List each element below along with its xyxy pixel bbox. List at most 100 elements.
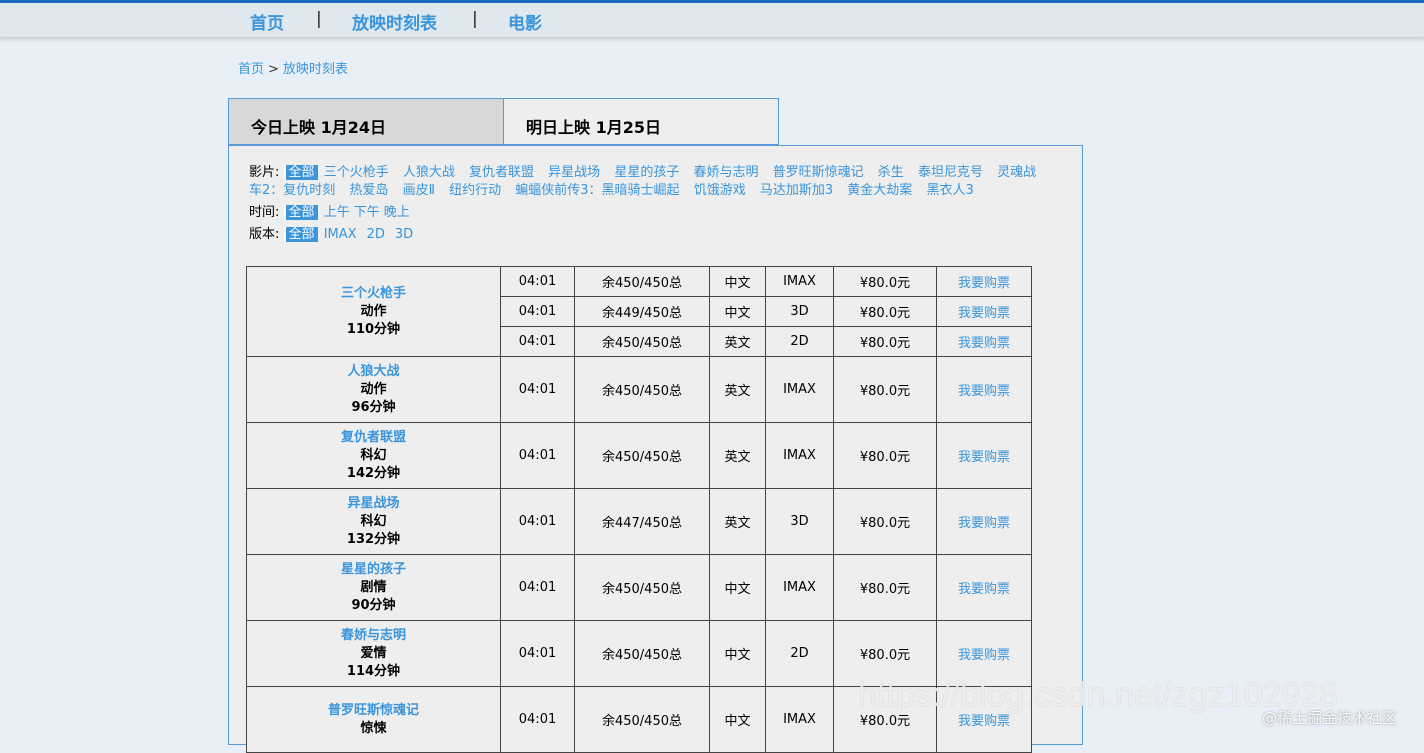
showtime-cell: 04:01 [500,296,575,327]
movie-name-link[interactable]: 三个火枪手 [341,286,406,301]
buy-cell: 我要购票 [936,296,1032,327]
version-filter-option[interactable]: IMAX [324,227,357,242]
buy-ticket-link[interactable]: 我要购票 [958,648,1010,663]
movie-cell: 春娇与志明 爱情 114分钟 [246,620,501,687]
version-cell: IMAX [765,554,834,621]
movie-filter-option[interactable]: 复仇者联盟 [469,165,534,180]
nav-separator: | [316,9,322,29]
movie-cell: 复仇者联盟 科幻 142分钟 [246,422,501,489]
language-cell: 中文 [709,554,766,621]
movie-filter-option[interactable]: 黑衣人3 [926,183,973,198]
movie-duration: 132分钟 [346,531,401,547]
nav-separator: | [472,9,478,29]
schedule-panel: 影片: 全部 三个火枪手 人狼大战 复仇者联盟 异星战场 星星的孩子 春娇与志明… [228,145,1083,753]
showtime-cell: 04:01 [500,326,575,357]
buy-ticket-link[interactable]: 我要购票 [958,384,1010,399]
time-filter-row: 时间: 全部 上午 下午 晚上 [249,204,1039,222]
movie-filter-option[interactable]: 星星的孩子 [614,165,679,180]
price-cell: ¥80.0元 [833,554,937,621]
version-cell: 3D [765,488,834,555]
movie-name-link[interactable]: 春娇与志明 [341,628,406,643]
movie-filter-label: 影片: [249,165,280,180]
seats-cell: 余450/450总 [574,326,710,357]
buy-cell: 我要购票 [936,266,1032,297]
nav-item-schedule[interactable]: 放映时刻表 [352,9,437,34]
table-row: 人狼大战 动作 96分钟 04:01 余450/450总 英文 IMAX ¥80.0元 我要购票 [246,356,1032,423]
buy-ticket-link[interactable]: 我要购票 [958,276,1010,291]
buy-ticket-link[interactable]: 我要购票 [958,336,1010,351]
movie-filter-option[interactable]: 黄金大劫案 [847,183,912,198]
movie-filter-all[interactable]: 全部 [283,165,318,180]
movie-filter-option[interactable]: 普罗旺斯惊魂记 [773,165,864,180]
movie-name-link[interactable]: 普罗旺斯惊魂记 [328,703,419,718]
version-filter-option[interactable]: 3D [395,227,413,242]
showtime-cell: 04:01 [500,356,575,423]
movie-filter-option[interactable]: 画皮Ⅱ [403,183,435,198]
language-cell: 中文 [709,686,766,753]
time-filter-option[interactable]: 下午 [354,205,380,220]
movie-genre: 剧情 [360,579,387,595]
movie-genre: 科幻 [360,447,387,463]
breadcrumb-current-link[interactable]: 放映时刻表 [283,62,348,77]
movie-duration: 90分钟 [351,597,396,613]
price-cell: ¥80.0元 [833,266,937,297]
time-filter-option[interactable]: 上午 [324,205,350,220]
movie-filter-option[interactable]: 蝙蝠侠前传3：黑暗骑士崛起 [515,183,679,198]
movie-filter-option[interactable]: 异星战场 [548,165,600,180]
movie-name-link[interactable]: 异星战场 [347,496,399,511]
tab-today[interactable]: 今日上映 1月24日 [228,98,504,145]
version-filter-all[interactable]: 全部 [283,227,318,242]
showtime-cell: 04:01 [500,488,575,555]
top-navigation-bar: 首页 | 放映时刻表 | 电影 [0,0,1424,38]
showtime-cell: 04:01 [500,422,575,489]
buy-ticket-link[interactable]: 我要购票 [958,450,1010,465]
time-filter-all[interactable]: 全部 [283,205,318,220]
movie-genre: 动作 [360,381,387,397]
language-cell: 英文 [709,326,766,357]
movie-filter-option[interactable]: 春娇与志明 [693,165,758,180]
buy-ticket-link[interactable]: 我要购票 [958,306,1010,321]
movie-name-link[interactable]: 复仇者联盟 [341,430,406,445]
movie-filter-option[interactable]: 三个火枪手 [324,165,389,180]
movie-duration: 110分钟 [346,321,401,337]
version-cell: 2D [765,326,834,357]
movie-filter-option[interactable]: 热爱岛 [349,183,388,198]
version-cell: IMAX [765,356,834,423]
buy-ticket-link[interactable]: 我要购票 [958,516,1010,531]
filter-section: 影片: 全部 三个火枪手 人狼大战 复仇者联盟 异星战场 星星的孩子 春娇与志明… [249,164,1039,248]
nav-item-home[interactable]: 首页 [250,9,284,34]
movie-filter-option[interactable]: 纽约行动 [449,183,501,198]
breadcrumb-home-link[interactable]: 首页 [238,62,264,77]
version-filter-label: 版本: [249,227,280,242]
nav-item-movies[interactable]: 电影 [508,9,542,34]
buy-ticket-link[interactable]: 我要购票 [958,714,1010,729]
movie-cell: 人狼大战 动作 96分钟 [246,356,501,423]
language-cell: 英文 [709,488,766,555]
version-cell: IMAX [765,686,834,753]
table-row: 复仇者联盟 科幻 142分钟 04:01 余450/450总 英文 IMAX ¥80.0元 我要… [246,422,1032,489]
movie-filter-option[interactable]: 杀生 [878,165,904,180]
language-cell: 中文 [709,266,766,297]
table-row: 三个火枪手 动作 110分钟 04:01 余450/450总 中文 IMAX ¥80.0元 我要… [246,266,1032,357]
version-filter-row: 版本: 全部 IMAX 2D 3D [249,226,1039,244]
buy-ticket-link[interactable]: 我要购票 [958,582,1010,597]
buy-cell: 我要购票 [936,488,1032,555]
movie-filter-option[interactable]: 马达加斯加3 [760,183,833,198]
table-row: 异星战场 科幻 132分钟 04:01 余447/450总 英文 3D ¥80.0元 我要购票 [246,488,1032,555]
price-cell: ¥80.0元 [833,488,937,555]
movie-filter-option[interactable]: 泰坦尼克号 [918,165,983,180]
version-cell: 2D [765,620,834,687]
movie-filter-option[interactable]: 饥饿游戏 [694,183,746,198]
movie-name-link[interactable]: 人狼大战 [347,364,399,379]
movie-filter-option[interactable]: 人狼大战 [403,165,455,180]
price-cell: ¥80.0元 [833,356,937,423]
seats-cell: 余450/450总 [574,686,710,753]
version-cell: 3D [765,296,834,327]
time-filter-option[interactable]: 晚上 [384,205,410,220]
language-cell: 英文 [709,422,766,489]
breadcrumb: 首页 > 放映时刻表 [238,58,348,77]
version-filter-option[interactable]: 2D [367,227,385,242]
movie-name-link[interactable]: 星星的孩子 [341,562,406,577]
tab-tomorrow[interactable]: 明日上映 1月25日 [503,98,779,145]
buy-cell: 我要购票 [936,554,1032,621]
